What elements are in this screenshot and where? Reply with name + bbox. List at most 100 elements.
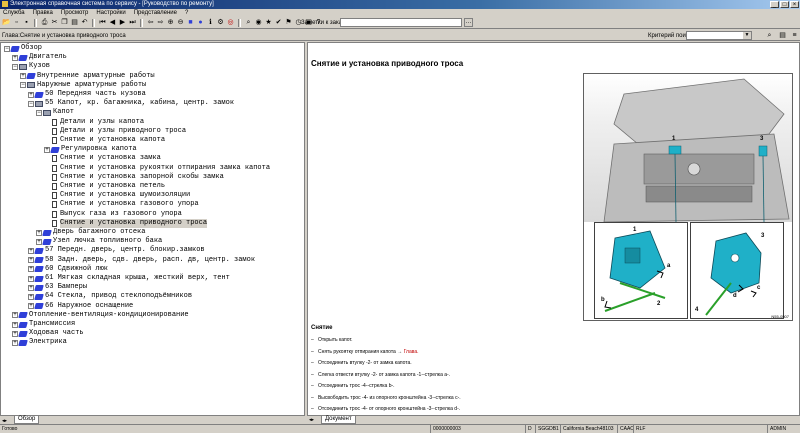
expand-icon[interactable]: + [28, 303, 34, 310]
collapse-icon[interactable]: − [20, 82, 26, 89]
back-icon[interactable]: ⇦ [146, 18, 155, 27]
info-icon[interactable]: ℹ [206, 18, 215, 27]
save-icon[interactable]: ▪ [22, 18, 31, 27]
tree-item[interactable]: Снятие и установка рукоятки отпирания за… [44, 164, 270, 173]
expand-icon[interactable]: + [28, 247, 34, 254]
target-icon[interactable]: ◎ [226, 18, 235, 27]
tree-item[interactable]: +60 Сдвижной люк [28, 265, 108, 274]
zoom-in-icon[interactable]: ⊕ [166, 18, 175, 27]
collapse-icon[interactable]: − [36, 109, 42, 116]
order-notes-input[interactable] [340, 18, 462, 27]
tree-item[interactable]: Снятие и установка газового упора [44, 200, 199, 209]
chevron-down-icon[interactable]: ▼ [743, 32, 751, 39]
tree-item[interactable]: + Двигатель [12, 53, 67, 62]
undo-icon[interactable]: ↶ [80, 18, 89, 27]
search-icon[interactable]: ⌕ [244, 18, 253, 27]
tree-item[interactable]: +66 Наружное оснащение [28, 302, 133, 311]
expand-icon[interactable]: + [20, 73, 26, 80]
menu-view[interactable]: Просмотр [60, 9, 89, 17]
star-icon[interactable]: ★ [264, 18, 273, 27]
tab-document[interactable]: Документ [321, 416, 356, 424]
search-go-icon[interactable]: ⌕ [765, 31, 774, 40]
collapse-icon[interactable]: − [28, 100, 34, 107]
check-icon[interactable]: ✔ [274, 18, 283, 27]
expand-icon[interactable]: + [28, 275, 34, 282]
tree-item[interactable]: Снятие и установка замка [44, 154, 161, 163]
tree-item[interactable]: + Трансмиссия [12, 320, 75, 329]
tree-item[interactable]: Детали и узлы капота [44, 118, 144, 127]
globe-icon[interactable]: ● [196, 18, 205, 27]
menu-service[interactable]: Служба [2, 9, 26, 17]
cut-icon[interactable]: ✂ [50, 18, 59, 27]
tree-item[interactable]: + Электрика [12, 338, 67, 347]
copy-icon[interactable]: ❐ [60, 18, 69, 27]
tree-item[interactable]: + Отопление-вентиляция-кондиционирование [12, 311, 189, 320]
flag-icon[interactable]: ⚑ [284, 18, 293, 27]
tree-item[interactable]: − Наружные арматурные работы [20, 81, 146, 90]
tree-item[interactable]: Снятие и установка капота [44, 136, 165, 145]
tree-item[interactable]: Детали и узлы приводного троса [44, 127, 186, 136]
tree-item[interactable]: +57 Передн. дверь, центр. блокир.замков [28, 246, 205, 255]
tree-item[interactable]: − Кузов [12, 62, 50, 71]
tree-item[interactable]: Выпуск газа из газового упора [44, 210, 182, 219]
eye-icon[interactable]: ◉ [254, 18, 263, 27]
expand-icon[interactable]: + [28, 293, 34, 300]
expand-icon[interactable]: + [28, 257, 34, 264]
gear-icon[interactable]: ⚙ [216, 18, 225, 27]
search-criteria-select[interactable]: ▼ [686, 31, 752, 40]
menu-help[interactable]: ? [184, 9, 189, 17]
tab-scroll-icon[interactable]: ◂▸ [309, 417, 314, 423]
expand-icon[interactable]: + [44, 146, 50, 153]
tree-item[interactable]: + Регулировка капота [44, 145, 137, 154]
zoom-out-icon[interactable]: ⊖ [176, 18, 185, 27]
new-icon[interactable]: ▫ [12, 18, 21, 27]
prev-icon[interactable]: ◀ [108, 18, 117, 27]
collapse-icon[interactable]: − [12, 63, 18, 70]
close-button[interactable]: × [790, 1, 799, 8]
tree-item[interactable]: Снятие и установка запорной скобы замка [44, 173, 224, 182]
next-icon[interactable]: ▶ [118, 18, 127, 27]
collapse-icon[interactable]: − [4, 45, 10, 52]
expand-icon[interactable]: + [12, 54, 18, 61]
tree-item[interactable]: +50 Передняя часть кузова [28, 90, 146, 99]
last-icon[interactable]: ⏭ [128, 18, 137, 27]
expand-icon[interactable]: + [28, 284, 34, 291]
tree-item[interactable]: − 55 Капот, кр. багажника, кабина, центр.… [28, 99, 234, 108]
maximize-button[interactable]: □ [780, 1, 789, 8]
chapter-link[interactable]: Глава. [404, 349, 419, 355]
forward-icon[interactable]: ⇨ [156, 18, 165, 27]
paste-icon[interactable]: ▤ [70, 18, 79, 27]
tree-item[interactable]: Снятие и установка петель [44, 182, 165, 191]
tree-item[interactable]: + Внутренние арматурные работы [20, 72, 155, 81]
expand-icon[interactable]: + [12, 330, 18, 337]
menu-edit[interactable]: Правка [32, 9, 54, 17]
expand-icon[interactable]: + [12, 312, 18, 319]
menu-presentation[interactable]: Представление [133, 9, 178, 17]
tree-item[interactable]: Снятие и установка приводного троса [44, 218, 208, 228]
expand-icon[interactable]: + [36, 229, 42, 236]
doc-icon[interactable]: ▤ [778, 31, 787, 40]
expand-icon[interactable]: + [36, 238, 42, 245]
tab-overview[interactable]: Обзор [14, 416, 40, 424]
book-icon[interactable]: ■ [186, 18, 195, 27]
expand-icon[interactable]: + [12, 321, 18, 328]
expand-icon[interactable]: + [12, 339, 18, 346]
tree-item[interactable]: − Обзор [4, 44, 42, 53]
tree-item[interactable]: +61 Мягкая складная крыша, жесткий верх,… [28, 274, 230, 283]
print-icon[interactable]: ⎙ [40, 18, 49, 27]
tree-panel[interactable]: − Обзор + Двигатель − Кузов + Внутренние армату… [0, 42, 305, 416]
expand-icon[interactable]: + [28, 266, 34, 273]
open-icon[interactable]: 📂 [2, 18, 11, 27]
menu-settings[interactable]: Настройки [95, 9, 126, 17]
minimize-button[interactable]: _ [770, 1, 779, 8]
settings-icon[interactable]: ≡ [790, 31, 799, 40]
tree-item[interactable]: +64 Стекла, привод стеклоподъёмников [28, 292, 192, 301]
tree-item[interactable]: +63 Бамперы [28, 283, 87, 292]
tree-item[interactable]: − Капот [36, 108, 74, 117]
tree-item[interactable]: + Дверь багажного отсека [36, 228, 145, 237]
order-notes-button[interactable]: … [464, 18, 473, 27]
tree-item[interactable]: +58 Задн. дверь, сдв. дверь, расп. дв, ц… [28, 256, 255, 265]
first-icon[interactable]: ⏮ [98, 18, 107, 27]
tree-item[interactable]: Снятие и установка шумоизоляции [44, 191, 190, 200]
tree-item[interactable]: + Узел лючка топливного бака [36, 237, 162, 246]
